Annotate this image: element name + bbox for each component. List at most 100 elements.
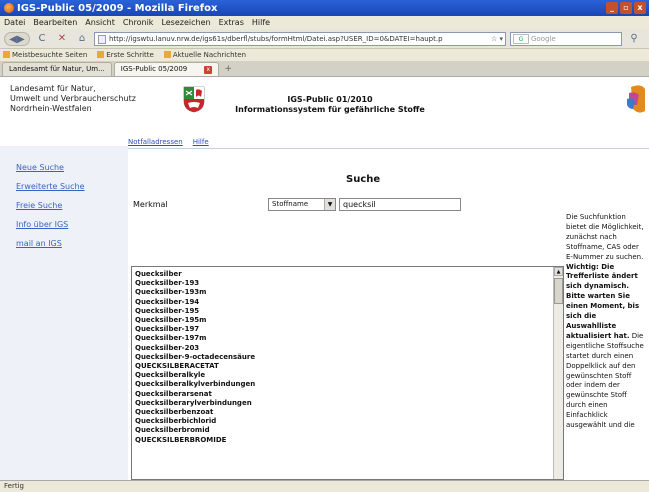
new-tab-button[interactable]: + bbox=[221, 64, 235, 76]
search-heading: Suche bbox=[346, 174, 381, 185]
result-item[interactable]: Quecksilber-194 bbox=[135, 298, 563, 307]
tab-label: Landesamt für Natur, Um... bbox=[9, 65, 105, 73]
result-item[interactable]: QUECKSILBERACETAT bbox=[135, 362, 563, 371]
result-item[interactable]: Quecksilberbichlorid bbox=[135, 417, 563, 426]
merkmal-label: Merkmal bbox=[133, 200, 168, 209]
result-item[interactable]: Quecksilberarsenat bbox=[135, 390, 563, 399]
org-line: Nordrhein-Westfalen bbox=[10, 104, 92, 113]
page-content: Landesamt für Natur, Umwelt und Verbrauc… bbox=[0, 77, 649, 480]
result-item[interactable]: Quecksilber bbox=[135, 270, 563, 279]
tab-label: IGS-Public 05/2009 bbox=[120, 65, 188, 73]
window-controls: _ ▫ x bbox=[606, 2, 646, 14]
listbox-scrollbar[interactable]: ▲ bbox=[553, 267, 563, 479]
menu-item-ansicht[interactable]: Ansicht bbox=[85, 18, 115, 27]
search-placeholder: Google bbox=[531, 34, 556, 43]
merkmal-select[interactable]: Stoffname ▼ bbox=[268, 198, 336, 211]
result-item[interactable]: QUECKSILBERBROMIDE bbox=[135, 436, 563, 445]
site-title: IGS-Public 01/2010 Informationssystem fü… bbox=[220, 95, 440, 115]
bookmark-erste-schritte[interactable]: Erste Schritte bbox=[97, 51, 154, 59]
chevron-down-icon[interactable]: ▼ bbox=[324, 199, 335, 210]
site-title-sub: Informationssystem für gefährliche Stoff… bbox=[235, 105, 425, 114]
rss-icon bbox=[163, 51, 171, 58]
search-engine-icon[interactable]: G bbox=[513, 33, 529, 44]
result-item[interactable]: Quecksilber-195m bbox=[135, 316, 563, 325]
minimize-button[interactable]: _ bbox=[606, 2, 618, 14]
result-item[interactable]: Quecksilberarylverbindungen bbox=[135, 399, 563, 408]
results-list: Quecksilber Quecksilber-193 Quecksilber-19… bbox=[132, 267, 563, 445]
window-title: IGS-Public 05/2009 - Mozilla Firefox bbox=[17, 2, 218, 14]
sidebar-item-info[interactable]: Info über IGS bbox=[16, 220, 85, 229]
sidebar-nav: Neue Suche Erweiterte Suche Freie Suche … bbox=[16, 163, 85, 248]
result-item[interactable]: Quecksilber-203 bbox=[135, 344, 563, 353]
result-item[interactable]: Quecksilberbenzoat bbox=[135, 408, 563, 417]
menu-item-datei[interactable]: Datei bbox=[4, 18, 25, 27]
menu-item-bearbeiten[interactable]: Bearbeiten bbox=[33, 18, 77, 27]
window-titlebar: IGS-Public 05/2009 - Mozilla Firefox _ ▫… bbox=[0, 0, 649, 16]
substance-search-input[interactable] bbox=[339, 198, 461, 211]
org-line: Landesamt für Natur, bbox=[10, 84, 96, 93]
close-window-button[interactable]: x bbox=[634, 2, 646, 14]
result-item[interactable]: Quecksilber-197 bbox=[135, 325, 563, 334]
sidebar-item-mail[interactable]: mail an IGS bbox=[16, 239, 85, 248]
scroll-thumb[interactable] bbox=[554, 278, 563, 304]
url-bar[interactable]: http://igswtu.lanuv.nrw.de/igs61s/dberfl… bbox=[94, 31, 506, 46]
sidebar-item-erweiterte-suche[interactable]: Erweiterte Suche bbox=[16, 182, 85, 191]
menu-bar: Datei Bearbeiten Ansicht Chronik Lesezei… bbox=[0, 16, 649, 29]
status-bar: Fertig bbox=[0, 480, 649, 492]
scroll-up-icon[interactable]: ▲ bbox=[554, 267, 563, 276]
divider bbox=[128, 148, 649, 149]
tab-landesamt[interactable]: Landesamt für Natur, Um... bbox=[2, 62, 112, 76]
result-item[interactable]: Quecksilber-193 bbox=[135, 279, 563, 288]
link-notfalladressen[interactable]: Notfalladressen bbox=[128, 138, 183, 146]
stop-icon[interactable]: ✕ bbox=[54, 32, 70, 46]
results-listbox[interactable]: Quecksilber Quecksilber-193 Quecksilber-19… bbox=[131, 266, 564, 480]
status-text: Fertig bbox=[4, 482, 24, 490]
result-item[interactable]: Quecksilberalkylverbindungen bbox=[135, 380, 563, 389]
firefox-icon bbox=[4, 3, 14, 13]
tab-close-icon[interactable]: x bbox=[204, 65, 213, 74]
bookmarks-toolbar: Meistbesuchte Seiten Erste Schritte Aktu… bbox=[0, 49, 649, 61]
link-hilfe[interactable]: Hilfe bbox=[193, 138, 209, 146]
search-go-icon[interactable]: ⚲ bbox=[626, 32, 642, 46]
sidebar-item-neue-suche[interactable]: Neue Suche bbox=[16, 163, 85, 172]
reload-icon[interactable]: C bbox=[34, 32, 50, 46]
top-navigation: Notfalladressen Hilfe bbox=[128, 138, 209, 146]
navigation-toolbar: ◀▶ C ✕ ⌂ http://igswtu.lanuv.nrw.de/igs6… bbox=[0, 29, 649, 49]
tab-igs-public[interactable]: IGS-Public 05/2009 x bbox=[113, 62, 220, 76]
bookmark-label: Aktuelle Nachrichten bbox=[172, 51, 247, 59]
bookmark-label: Meistbesuchte Seiten bbox=[12, 51, 88, 59]
bookmark-meistbesucht[interactable]: Meistbesuchte Seiten bbox=[3, 51, 87, 59]
org-line: Umwelt und Verbraucherschutz bbox=[10, 94, 136, 103]
url-dropdown-icon[interactable]: ☆ ▾ bbox=[491, 33, 503, 45]
result-item[interactable]: Quecksilber-195 bbox=[135, 307, 563, 316]
search-bar[interactable]: G Google bbox=[510, 31, 622, 46]
bookmark-icon bbox=[3, 51, 10, 58]
menu-item-chronik[interactable]: Chronik bbox=[123, 18, 154, 27]
url-text: http://igswtu.lanuv.nrw.de/igs61s/dberfl… bbox=[109, 34, 443, 43]
bookmark-label: Erste Schritte bbox=[106, 51, 154, 59]
bookmark-nachrichten[interactable]: Aktuelle Nachrichten bbox=[163, 51, 247, 59]
result-item[interactable]: Quecksilber-197m bbox=[135, 334, 563, 343]
page-icon bbox=[98, 34, 106, 44]
help-text: Die Suchfunktion bietet die Möglichkeit,… bbox=[566, 213, 648, 431]
nrw-crest-logo bbox=[183, 86, 205, 113]
result-item[interactable]: Quecksilberalkyle bbox=[135, 371, 563, 380]
org-name: Landesamt für Natur, Umwelt und Verbrauc… bbox=[10, 84, 136, 114]
home-icon[interactable]: ⌂ bbox=[74, 32, 90, 46]
site-title-main: IGS-Public 01/2010 bbox=[287, 95, 373, 104]
result-item[interactable]: Quecksilber-193m bbox=[135, 288, 563, 297]
maximize-button[interactable]: ▫ bbox=[620, 2, 632, 14]
help-text-intro: Die Suchfunktion bietet die Möglichkeit,… bbox=[566, 213, 644, 261]
menu-item-lesezeichen[interactable]: Lesezeichen bbox=[161, 18, 210, 27]
lanuv-logo bbox=[627, 85, 645, 113]
result-item[interactable]: Quecksilber-9-octadecensäure bbox=[135, 353, 563, 362]
merkmal-selected-value: Stoffname bbox=[272, 200, 309, 208]
result-item[interactable]: Quecksilberbromid bbox=[135, 426, 563, 435]
menu-item-hilfe[interactable]: Hilfe bbox=[252, 18, 270, 27]
back-button[interactable]: ◀▶ bbox=[4, 31, 30, 46]
bookmark-icon bbox=[97, 51, 105, 58]
help-text-outro: Die eigentliche Stoffsuche startet durch… bbox=[566, 331, 644, 430]
help-text-important: Wichtig: Die Trefferliste ändert sich dy… bbox=[566, 262, 640, 340]
sidebar-item-freie-suche[interactable]: Freie Suche bbox=[16, 201, 85, 210]
menu-item-extras[interactable]: Extras bbox=[219, 18, 244, 27]
